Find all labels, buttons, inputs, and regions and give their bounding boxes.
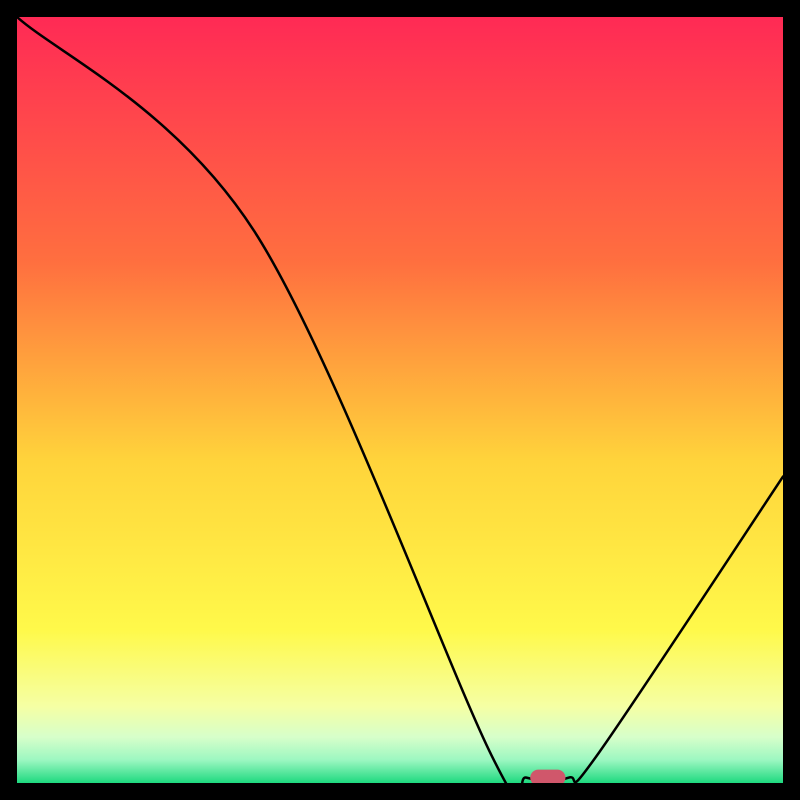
chart-svg	[17, 17, 783, 783]
plot-area	[17, 17, 783, 783]
optimal-marker	[530, 770, 565, 783]
gradient-background	[17, 17, 783, 783]
chart-frame: TheBottleneсker.com	[17, 17, 783, 783]
